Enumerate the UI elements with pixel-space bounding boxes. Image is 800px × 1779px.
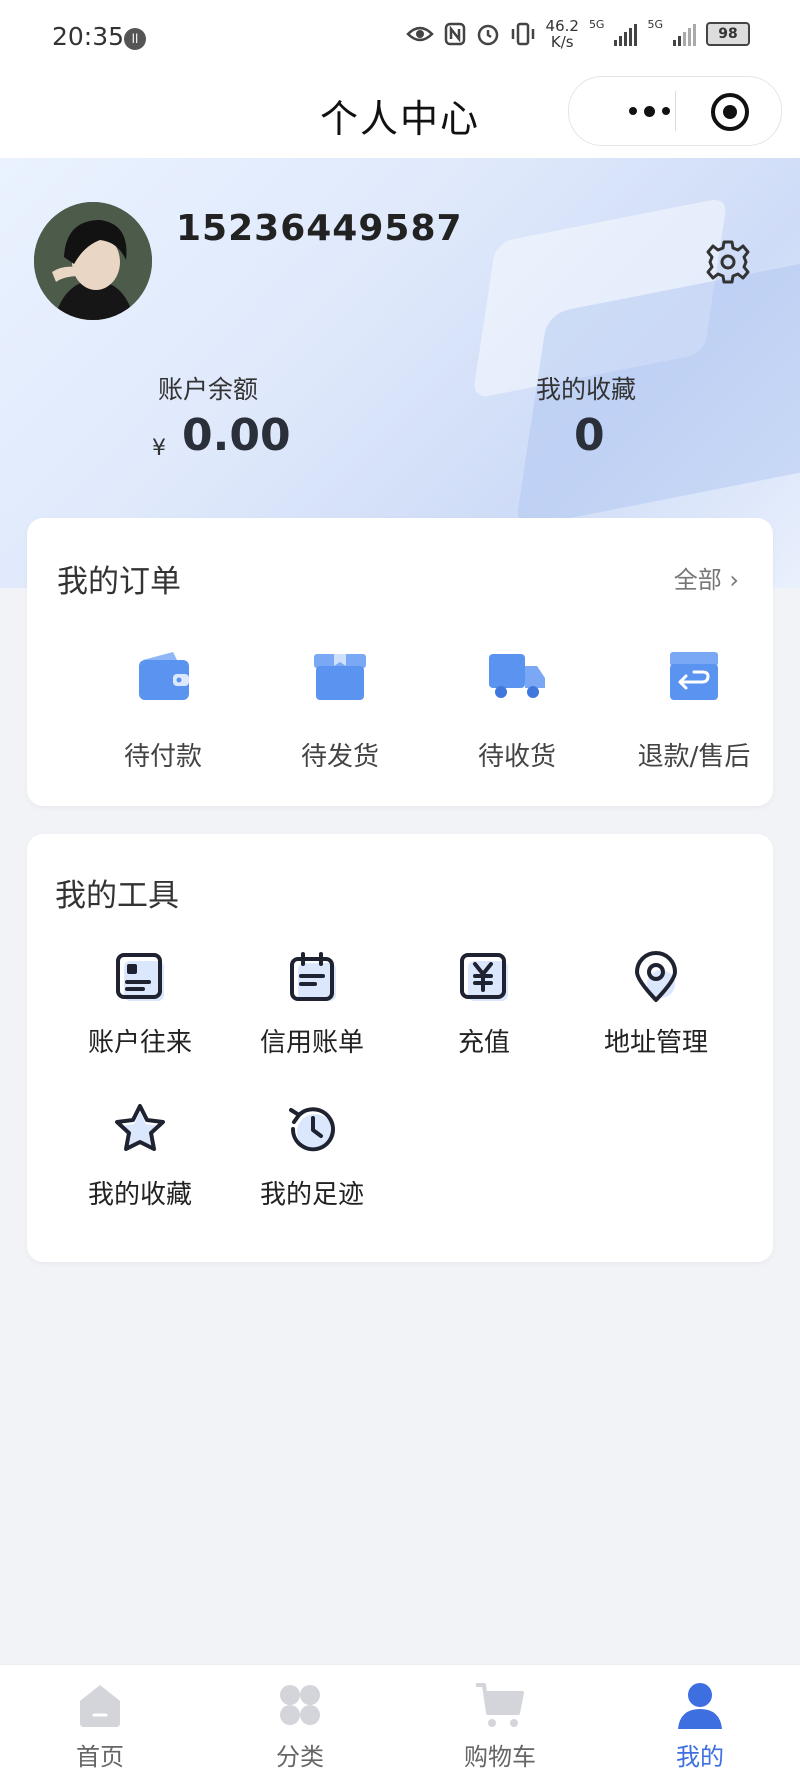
order-pending-receipt[interactable]: 待收货 <box>432 646 602 773</box>
order-pending-shipment[interactable]: 待发货 <box>255 646 425 773</box>
net-speed-unit: K/s <box>550 33 574 51</box>
star-icon <box>115 1104 165 1151</box>
avatar[interactable] <box>34 202 152 320</box>
signal2-label: 5G <box>647 18 663 31</box>
tab-label: 我的 <box>676 1743 724 1771</box>
tab-label: 首页 <box>76 1743 124 1771</box>
user-phone: 15236449587 <box>176 208 463 249</box>
tool-my-favorites[interactable]: 我的收藏 <box>55 1102 225 1211</box>
tool-label: 信用账单 <box>259 1028 364 1058</box>
orders-all-label: 全部 <box>673 566 722 594</box>
nav-bar: 个人中心 <box>0 76 800 158</box>
tab-home[interactable]: 首页 <box>40 1679 160 1772</box>
status-bar: 20:35 ll 46.2 K/s 5G 5G 98 <box>0 0 800 76</box>
orders-all-link[interactable]: 全部 › <box>674 560 739 595</box>
chevron-right-icon: › <box>721 566 739 594</box>
order-item-label: 待付款 <box>123 742 202 772</box>
tool-account-transactions[interactable]: 账户往来 <box>55 950 225 1059</box>
orders-card: 我的订单 全部 › 待付款 待发货 待收货 退款/售后 <box>27 518 773 806</box>
user-icon <box>678 1683 722 1729</box>
bottom-tab-bar: 首页 分类 购物车 我的 <box>0 1664 800 1779</box>
order-item-label: 待收货 <box>477 742 556 772</box>
settings-gear-icon[interactable] <box>704 238 752 286</box>
tools-title: 我的工具 <box>55 878 179 914</box>
category-icon <box>280 1685 320 1725</box>
order-pending-payment[interactable]: 待付款 <box>78 646 248 773</box>
currency-symbol: ¥ <box>152 436 166 461</box>
balance-label: 账户余额 <box>158 375 259 404</box>
avatar-image <box>34 202 152 320</box>
refund-icon <box>670 652 718 700</box>
notification-icon: ll <box>124 28 146 50</box>
orders-title: 我的订单 <box>57 564 181 600</box>
tab-label: 分类 <box>276 1743 324 1771</box>
location-pin-icon <box>635 951 677 1002</box>
nfc-icon <box>444 22 465 46</box>
order-item-label: 待发货 <box>300 742 379 772</box>
tool-label: 我的足迹 <box>259 1180 364 1210</box>
signal1-label: 5G <box>588 18 605 31</box>
tool-recharge[interactable]: 充值 <box>399 950 569 1059</box>
battery-icon: 98 <box>706 22 750 46</box>
close-target-icon[interactable] <box>711 93 749 131</box>
balance-value[interactable]: 0.00 <box>182 410 291 461</box>
net-speed: 46.2 K/s <box>546 18 579 50</box>
favorites-label: 我的收藏 <box>536 375 637 404</box>
status-time: 20:35 <box>52 22 125 51</box>
truck-icon <box>489 654 545 698</box>
order-refund-aftersale[interactable]: 退款/售后 <box>609 646 779 773</box>
tool-label: 账户往来 <box>87 1028 192 1058</box>
tool-label: 地址管理 <box>603 1028 708 1058</box>
more-icon[interactable] <box>599 87 699 135</box>
signal-icon <box>614 22 638 46</box>
alarm-icon <box>477 24 498 46</box>
yen-icon <box>460 953 508 1001</box>
calendar-bill-icon <box>290 952 336 1001</box>
tool-address-management[interactable]: 地址管理 <box>571 950 741 1059</box>
mini-program-capsule <box>568 76 782 146</box>
tool-credit-bill[interactable]: 信用账单 <box>227 950 397 1059</box>
signal-icon <box>673 22 696 46</box>
tab-label: 购物车 <box>464 1743 536 1771</box>
box-icon <box>314 654 366 700</box>
favorites-count[interactable]: 0 <box>574 410 605 461</box>
capsule-divider <box>675 91 676 131</box>
tab-cart[interactable]: 购物车 <box>440 1679 560 1772</box>
vibrate-icon <box>511 22 534 46</box>
eye-icon <box>405 26 434 42</box>
history-icon <box>289 1107 335 1152</box>
tool-label: 我的收藏 <box>87 1180 192 1210</box>
order-item-label: 退款/售后 <box>637 742 751 772</box>
ledger-icon <box>116 953 164 1001</box>
tab-mine[interactable]: 我的 <box>640 1679 760 1772</box>
home-icon <box>80 1685 120 1727</box>
status-icons: 46.2 K/s 5G 5G 98 <box>405 18 750 50</box>
tab-category[interactable]: 分类 <box>240 1679 360 1772</box>
tools-card: 我的工具 账户往来 信用账单 充值 地址管理 我的收藏 我的足迹 <box>27 834 773 1262</box>
cart-icon <box>476 1683 524 1727</box>
tool-label: 充值 <box>457 1028 510 1058</box>
wallet-icon <box>139 652 189 700</box>
tool-my-footprints[interactable]: 我的足迹 <box>227 1102 397 1211</box>
